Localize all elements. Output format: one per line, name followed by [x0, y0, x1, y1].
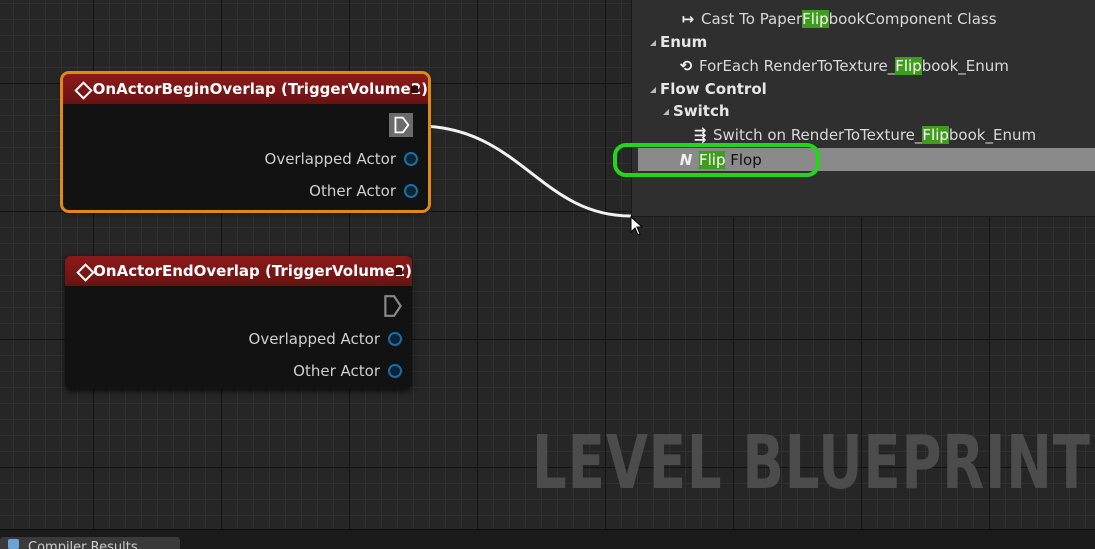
pin-other-actor[interactable]: Other Actor [309, 181, 428, 201]
menu-category-enum[interactable]: Enum [650, 31, 707, 53]
object-pin-icon[interactable] [404, 152, 418, 166]
item-text: book_Enum [921, 57, 1009, 75]
pin-overlapped-actor[interactable]: Overlapped Actor [265, 149, 428, 169]
search-match-highlight: Flip [922, 126, 949, 144]
annotation-highlight-ring [613, 143, 820, 177]
expand-triangle-icon[interactable] [663, 108, 669, 115]
expand-triangle-icon[interactable] [650, 39, 656, 46]
level-blueprint-watermark: LEVEL BLUEPRINT [532, 420, 1091, 506]
menu-category-switch[interactable]: Switch [663, 100, 730, 122]
loop-icon: ⟲ [679, 57, 693, 75]
pin-label: Overlapped Actor [248, 330, 380, 348]
menu-item-cast-to-paperflipbook[interactable]: ↦ Cast To PaperFlipbookComponent Class [678, 8, 997, 30]
item-text: Cast To Paper [701, 10, 803, 28]
blueprint-graph-canvas[interactable]: OnActorBeginOverlap (TriggerVolume2) Ove… [0, 0, 1095, 530]
search-match-highlight: Flip [895, 57, 922, 75]
item-text: ForEach RenderToTexture_ [699, 57, 896, 75]
node-header[interactable]: OnActorEndOverlap (TriggerVolume2) [65, 256, 412, 286]
node-collapse-icon [411, 86, 418, 93]
action-context-menu[interactable]: ↦ Cast To PaperFlipbookComponent Class En… [631, 0, 1095, 217]
cast-arrow-icon: ↦ [681, 10, 695, 28]
menu-item-foreach-enum[interactable]: ⟲ ForEach RenderToTexture_Flipbook_Enum [676, 55, 1009, 77]
category-label: Flow Control [660, 80, 767, 98]
event-node-end-overlap[interactable]: OnActorEndOverlap (TriggerVolume2) Overl… [65, 256, 412, 389]
pin-label: Other Actor [293, 362, 380, 380]
menu-category-flow-control[interactable]: Flow Control [650, 78, 767, 100]
pin-label: Overlapped Actor [264, 150, 396, 168]
node-collapse-icon [395, 268, 402, 275]
node-title: OnActorBeginOverlap (TriggerVolume2) [92, 80, 428, 98]
category-label: Switch [673, 102, 730, 120]
node-title: OnActorEndOverlap (TriggerVolume2) [93, 262, 412, 280]
node-header[interactable]: OnActorBeginOverlap (TriggerVolume2) [63, 74, 428, 104]
pin-other-actor[interactable]: Other Actor [293, 361, 412, 381]
pin-label: Other Actor [309, 182, 396, 200]
search-match-highlight: Flip [802, 10, 829, 28]
exec-output-pin[interactable] [381, 294, 405, 318]
item-text: bookComponent Class [828, 10, 997, 28]
mouse-cursor-icon [630, 216, 644, 236]
pin-overlapped-actor[interactable]: Overlapped Actor [249, 329, 412, 349]
object-pin-icon[interactable] [388, 364, 402, 378]
category-label: Enum [660, 33, 708, 51]
tab-compiler-results[interactable]: Compiler Results [0, 537, 180, 549]
exec-output-pin[interactable] [389, 113, 413, 137]
item-text: book_Enum [948, 126, 1037, 144]
event-node-begin-overlap[interactable]: OnActorBeginOverlap (TriggerVolume2) Ove… [60, 71, 431, 213]
event-diamond-icon [75, 82, 85, 96]
bottom-panel-bar: Compiler Results [0, 529, 1095, 549]
object-pin-icon[interactable] [388, 332, 402, 346]
item-text: Switch on RenderToTexture_ [713, 126, 923, 144]
object-pin-icon[interactable] [404, 184, 418, 198]
event-diamond-icon [77, 264, 85, 278]
expand-triangle-icon[interactable] [650, 86, 656, 93]
